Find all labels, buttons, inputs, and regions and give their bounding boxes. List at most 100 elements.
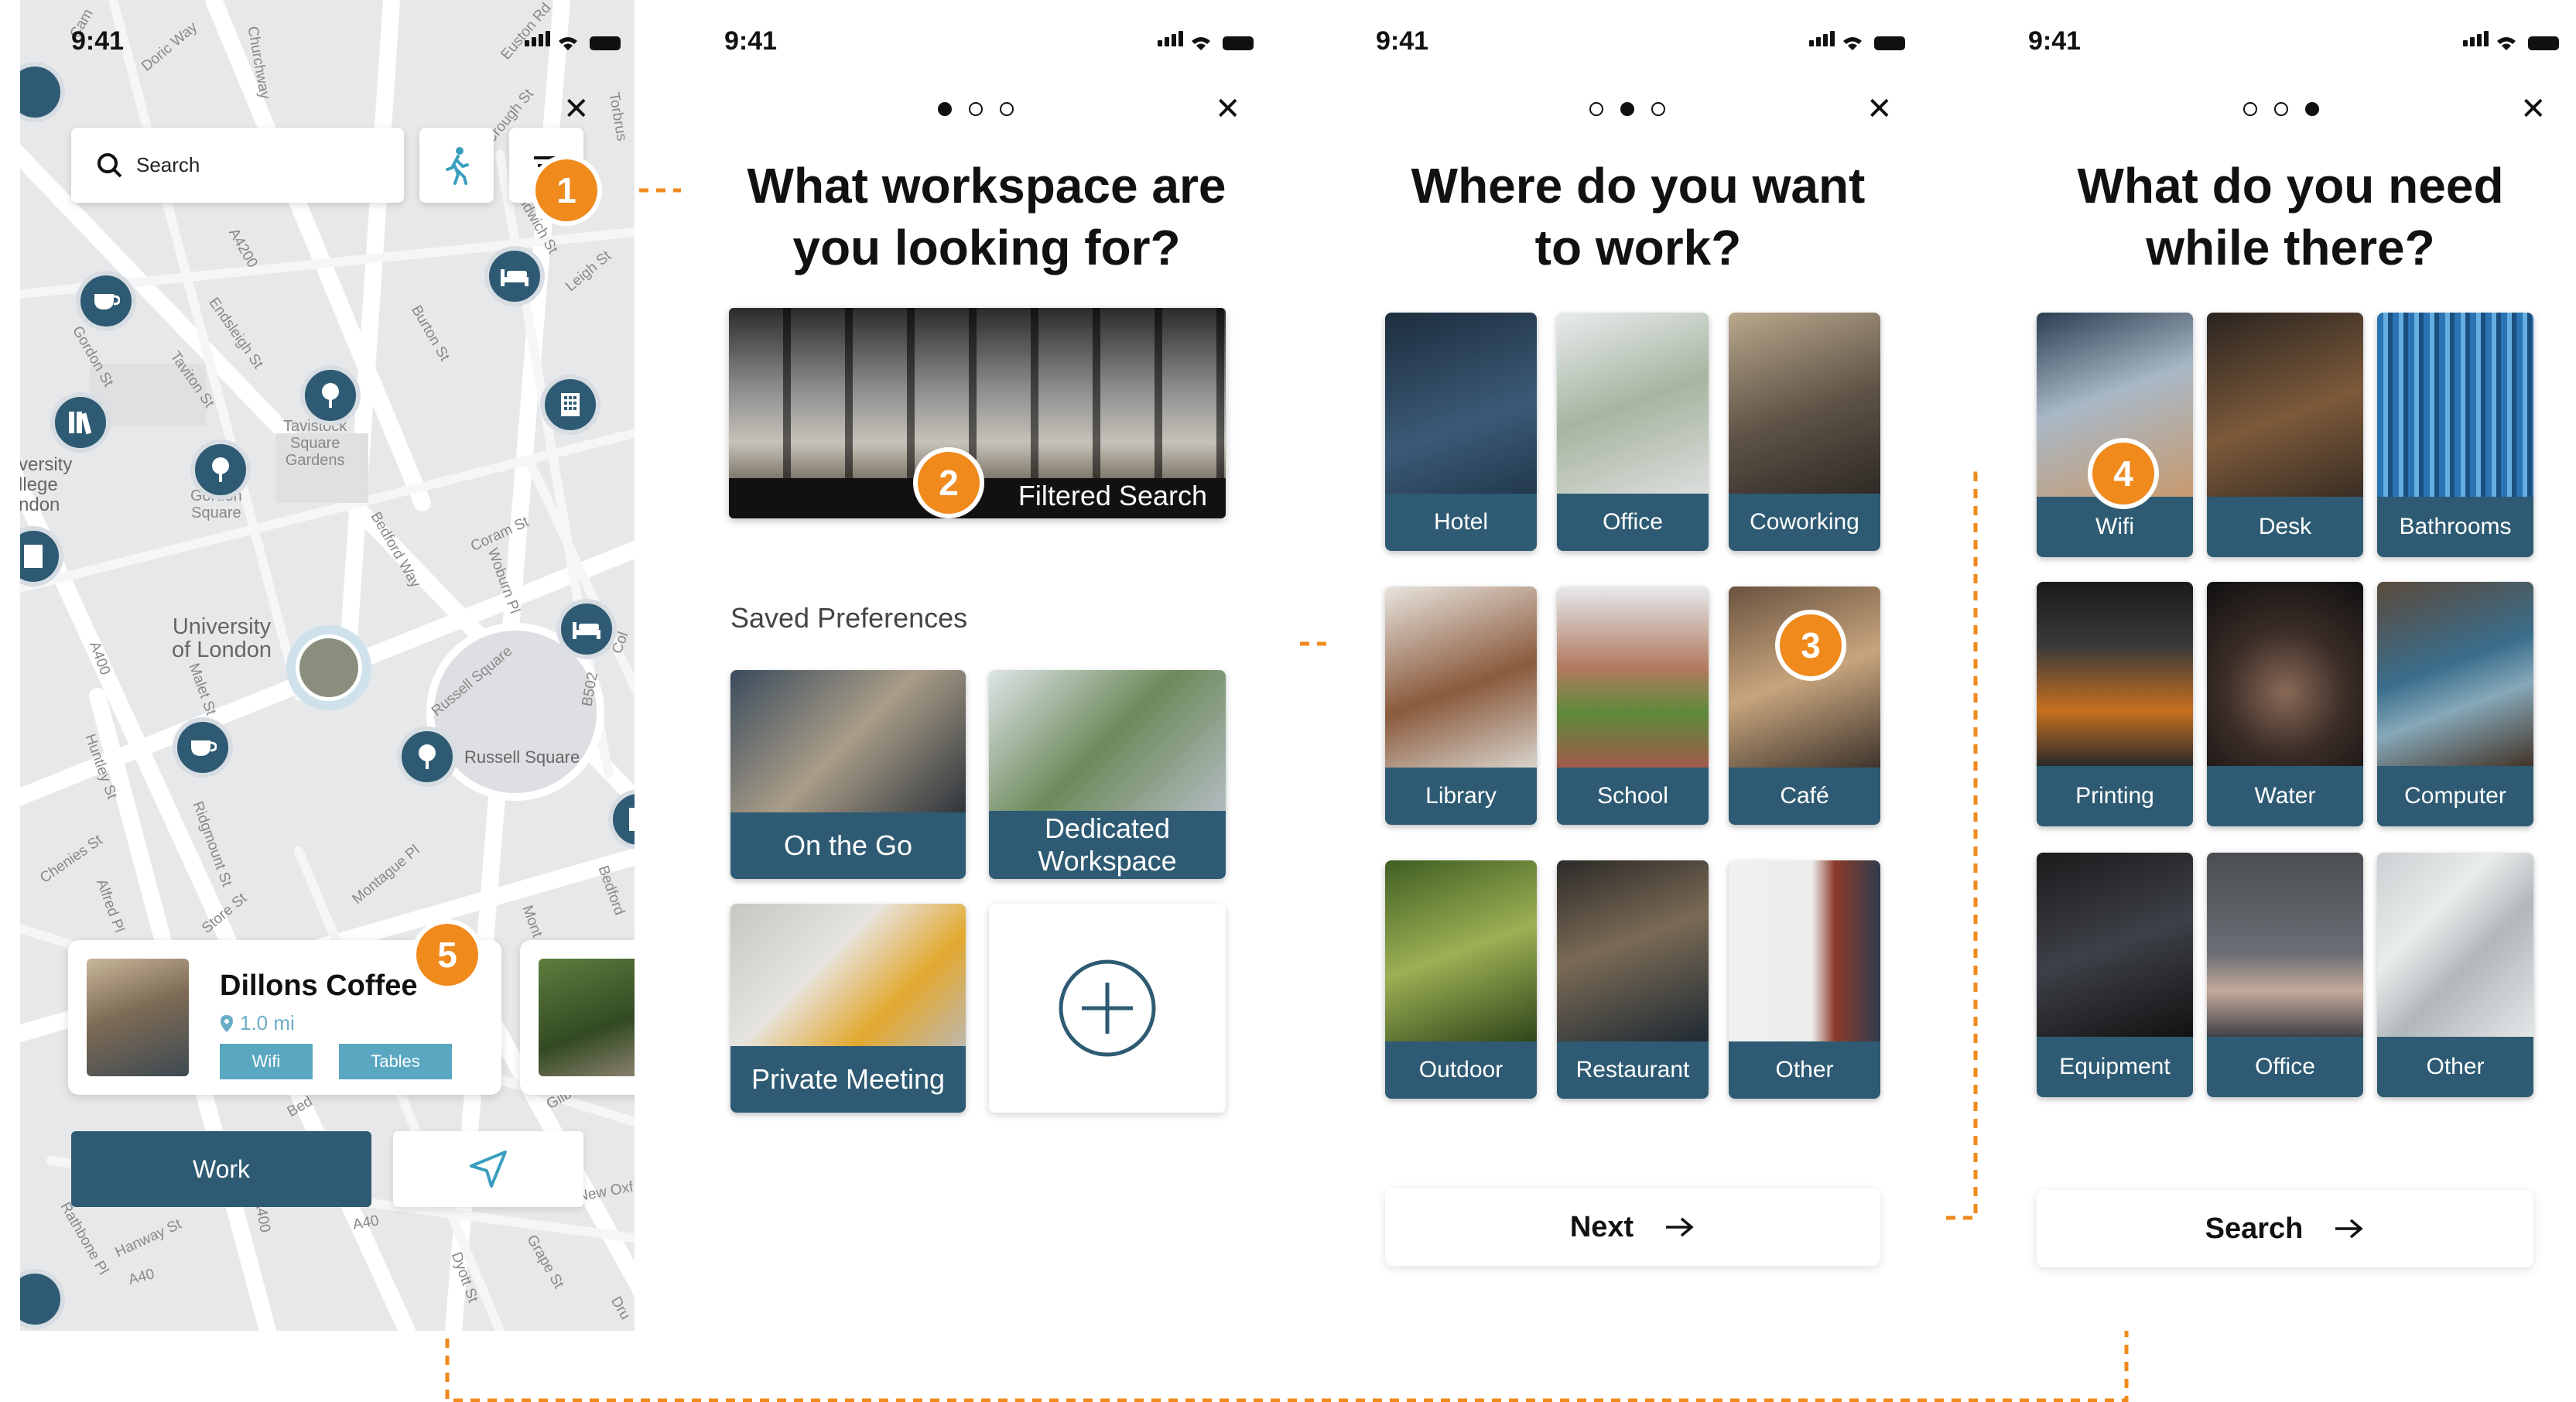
work-button[interactable]: Work — [71, 1131, 371, 1207]
cafe-pin[interactable] — [76, 271, 136, 331]
category-label: School — [1557, 768, 1709, 825]
amenity-label: Other — [2377, 1037, 2533, 1097]
hotel-pin[interactable] — [556, 599, 617, 659]
category-library[interactable]: Library — [1385, 586, 1537, 825]
category-school[interactable]: School — [1557, 586, 1709, 825]
category-photo — [1557, 313, 1709, 494]
walk-mode-button[interactable] — [419, 128, 494, 203]
page-dot — [2243, 102, 2257, 116]
wifi-icon — [1843, 37, 1862, 50]
category-label: Hotel — [1385, 494, 1537, 551]
amenity-label: Desk — [2207, 497, 2363, 557]
amenity-other[interactable]: Other — [2377, 853, 2533, 1097]
amenity-photo — [2377, 313, 2533, 497]
tag-tables: Tables — [339, 1044, 452, 1079]
workspace-type-screen: 9:41 ✕ What workspace are you looking for… — [681, 0, 1292, 1331]
page-title: Where do you want to work? — [1411, 158, 1866, 275]
step-badge-2: 2 — [918, 452, 980, 514]
status-icons — [1809, 31, 1905, 50]
close-icon[interactable]: ✕ — [1215, 91, 1241, 127]
amenity-desk[interactable]: Desk — [2207, 313, 2363, 557]
page-dot-active — [2305, 102, 2319, 116]
status-time: 9:41 — [2028, 26, 2082, 56]
step-badge-5: 5 — [416, 924, 478, 986]
page-dot — [969, 102, 983, 116]
next-button[interactable]: Next — [1385, 1188, 1880, 1266]
status-time: 9:41 — [71, 26, 125, 56]
battery-icon — [1874, 36, 1905, 50]
filtered-search-label: Filtered Search — [1018, 480, 1207, 511]
books-icon — [69, 412, 92, 435]
place-title: Dillons Coffee — [220, 969, 418, 1002]
park-pin[interactable] — [300, 365, 361, 426]
amenity-equipment[interactable]: Equipment — [2037, 853, 2193, 1097]
pref-label: Dedicated Workspace — [989, 811, 1226, 879]
category-photo — [1385, 860, 1537, 1041]
arrow-right-icon — [2335, 1219, 2364, 1239]
page-dot — [1000, 102, 1014, 116]
search-input[interactable]: Search — [71, 128, 404, 203]
hotel-pin[interactable] — [484, 246, 545, 306]
close-icon[interactable]: ✕ — [1866, 91, 1893, 127]
office-pin[interactable] — [540, 374, 600, 435]
amenities-screen: 9:41 ✕ What do you need while there? Wifi… — [1985, 0, 2576, 1331]
wifi-icon — [2497, 37, 2516, 50]
close-icon[interactable]: ✕ — [2520, 91, 2547, 127]
status-icons — [2463, 31, 2559, 50]
add-preference-button[interactable] — [989, 904, 1226, 1113]
wifi-icon — [559, 37, 577, 50]
building-icon — [24, 545, 43, 568]
category-hotel[interactable]: Hotel — [1385, 313, 1537, 551]
park-pin[interactable] — [397, 727, 457, 787]
close-icon[interactable]: ✕ — [563, 91, 590, 127]
category-label: Restaurant — [1557, 1041, 1709, 1099]
status-icons — [525, 31, 621, 50]
window-frame-pattern — [729, 308, 1226, 487]
page-indicator — [938, 102, 1014, 116]
plus-circle-icon — [1059, 959, 1156, 1057]
category-office[interactable]: Office — [1557, 313, 1709, 551]
amenity-office[interactable]: Office — [2207, 853, 2363, 1097]
amenity-computer[interactable]: Computer — [2377, 582, 2533, 826]
arrow-right-icon — [1666, 1217, 1694, 1237]
category-restaurant[interactable]: Restaurant — [1557, 860, 1709, 1099]
amenity-water[interactable]: Water — [2207, 582, 2363, 826]
amenity-bathrooms[interactable]: Bathrooms — [2377, 313, 2533, 557]
coffee-cup-icon — [94, 294, 120, 309]
saved-preferences-heading: Saved Preferences — [730, 602, 968, 634]
category-coworking[interactable]: Coworking — [1729, 313, 1880, 551]
building-icon — [629, 808, 635, 831]
preference-dedicated-workspace[interactable]: Dedicated Workspace — [989, 670, 1226, 879]
place-label-russell: Russell Square — [464, 747, 580, 767]
user-location — [286, 625, 371, 710]
category-photo — [1729, 860, 1880, 1041]
category-other[interactable]: Other — [1729, 860, 1880, 1099]
library-pin[interactable] — [50, 392, 111, 453]
signal-icon — [1809, 31, 1837, 50]
amenity-printing[interactable]: Printing — [2037, 582, 2193, 826]
category-photo — [1729, 586, 1880, 768]
amenity-photo — [2377, 853, 2533, 1037]
amenity-photo — [2037, 853, 2193, 1037]
category-label: Coworking — [1729, 494, 1880, 551]
pref-label: Private Meeting — [730, 1046, 966, 1113]
category-label: Library — [1385, 768, 1537, 825]
search-button[interactable]: Search — [2037, 1190, 2533, 1267]
category-photo — [1729, 313, 1880, 494]
page-dot — [1589, 102, 1603, 116]
bed-icon — [501, 269, 529, 286]
cafe-pin[interactable] — [173, 717, 233, 778]
search-placeholder: Search — [136, 153, 200, 176]
navigation-arrow-icon — [470, 1151, 507, 1188]
preference-private-meeting[interactable]: Private Meeting — [730, 904, 966, 1113]
navigate-button[interactable] — [393, 1131, 583, 1207]
tag-wifi: Wifi — [220, 1044, 313, 1079]
category-outdoor[interactable]: Outdoor — [1385, 860, 1537, 1099]
place-card-next[interactable] — [520, 940, 635, 1095]
place-photo — [87, 959, 189, 1076]
search-label: Search — [2205, 1212, 2304, 1245]
amenity-photo — [2207, 853, 2363, 1037]
park-pin[interactable] — [190, 439, 251, 500]
amenity-wifi[interactable]: Wifi — [2037, 313, 2193, 557]
preference-on-the-go[interactable]: On the Go — [730, 670, 966, 879]
